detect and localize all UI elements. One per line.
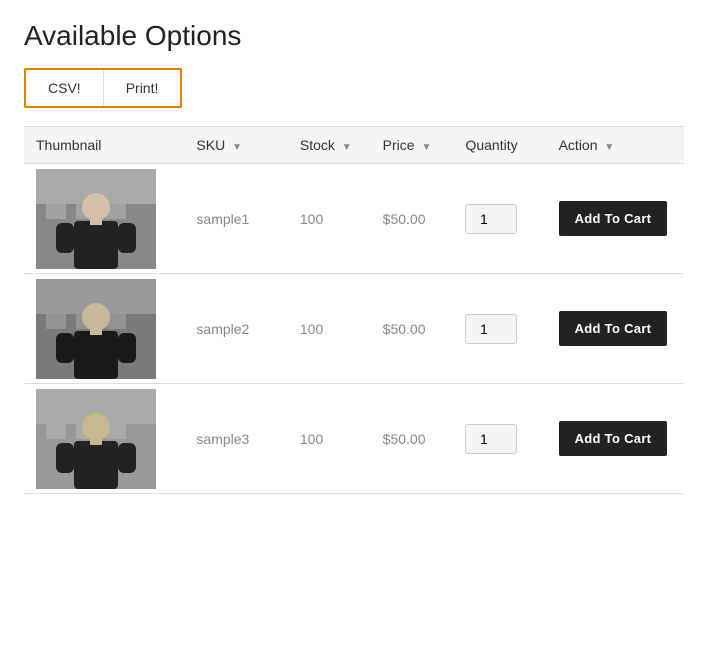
product-thumbnail — [36, 169, 156, 269]
price-cell: $50.00 — [371, 164, 454, 274]
quantity-cell — [453, 384, 546, 494]
quantity-cell — [453, 164, 546, 274]
action-sort-icon[interactable]: ▼ — [604, 142, 614, 153]
products-table: Thumbnail SKU ▼ Stock ▼ Price ▼ Quantity… — [24, 126, 684, 494]
quantity-cell — [453, 274, 546, 384]
table-row: sample3100$50.00 Add To Cart — [24, 384, 684, 494]
sku-sort-icon[interactable]: ▼ — [232, 142, 242, 153]
col-sku: SKU ▼ — [184, 127, 287, 164]
quantity-input[interactable] — [465, 424, 517, 454]
add-to-cart-button[interactable]: Add To Cart — [559, 311, 668, 346]
csv-button[interactable]: CSV! — [26, 70, 104, 106]
page-title: Available Options — [24, 20, 684, 52]
sku-cell: sample3 — [184, 384, 287, 494]
product-thumbnail — [36, 389, 156, 489]
quantity-input[interactable] — [465, 204, 517, 234]
price-sort-icon[interactable]: ▼ — [421, 142, 431, 153]
price-cell: $50.00 — [371, 274, 454, 384]
stock-cell: 100 — [288, 164, 371, 274]
product-thumbnail — [36, 279, 156, 379]
quantity-input[interactable] — [465, 314, 517, 344]
col-stock: Stock ▼ — [288, 127, 371, 164]
price-cell: $50.00 — [371, 384, 454, 494]
col-action: Action ▼ — [547, 127, 684, 164]
action-cell: Add To Cart — [547, 384, 684, 494]
add-to-cart-button[interactable]: Add To Cart — [559, 201, 668, 236]
sku-cell: sample1 — [184, 164, 287, 274]
table-header-row: Thumbnail SKU ▼ Stock ▼ Price ▼ Quantity… — [24, 127, 684, 164]
stock-cell: 100 — [288, 384, 371, 494]
table-row: sample1100$50.00 Add To Cart — [24, 164, 684, 274]
col-thumbnail: Thumbnail — [24, 127, 184, 164]
table-row: sample2100$50.00 Add To Cart — [24, 274, 684, 384]
thumbnail-cell — [24, 384, 184, 494]
col-quantity: Quantity — [453, 127, 546, 164]
sku-cell: sample2 — [184, 274, 287, 384]
action-cell: Add To Cart — [547, 164, 684, 274]
stock-sort-icon[interactable]: ▼ — [342, 142, 352, 153]
action-cell: Add To Cart — [547, 274, 684, 384]
thumbnail-cell — [24, 164, 184, 274]
thumbnail-cell — [24, 274, 184, 384]
toolbar: CSV! Print! — [24, 68, 182, 108]
stock-cell: 100 — [288, 274, 371, 384]
print-button[interactable]: Print! — [104, 70, 181, 106]
col-price: Price ▼ — [371, 127, 454, 164]
add-to-cart-button[interactable]: Add To Cart — [559, 421, 668, 456]
